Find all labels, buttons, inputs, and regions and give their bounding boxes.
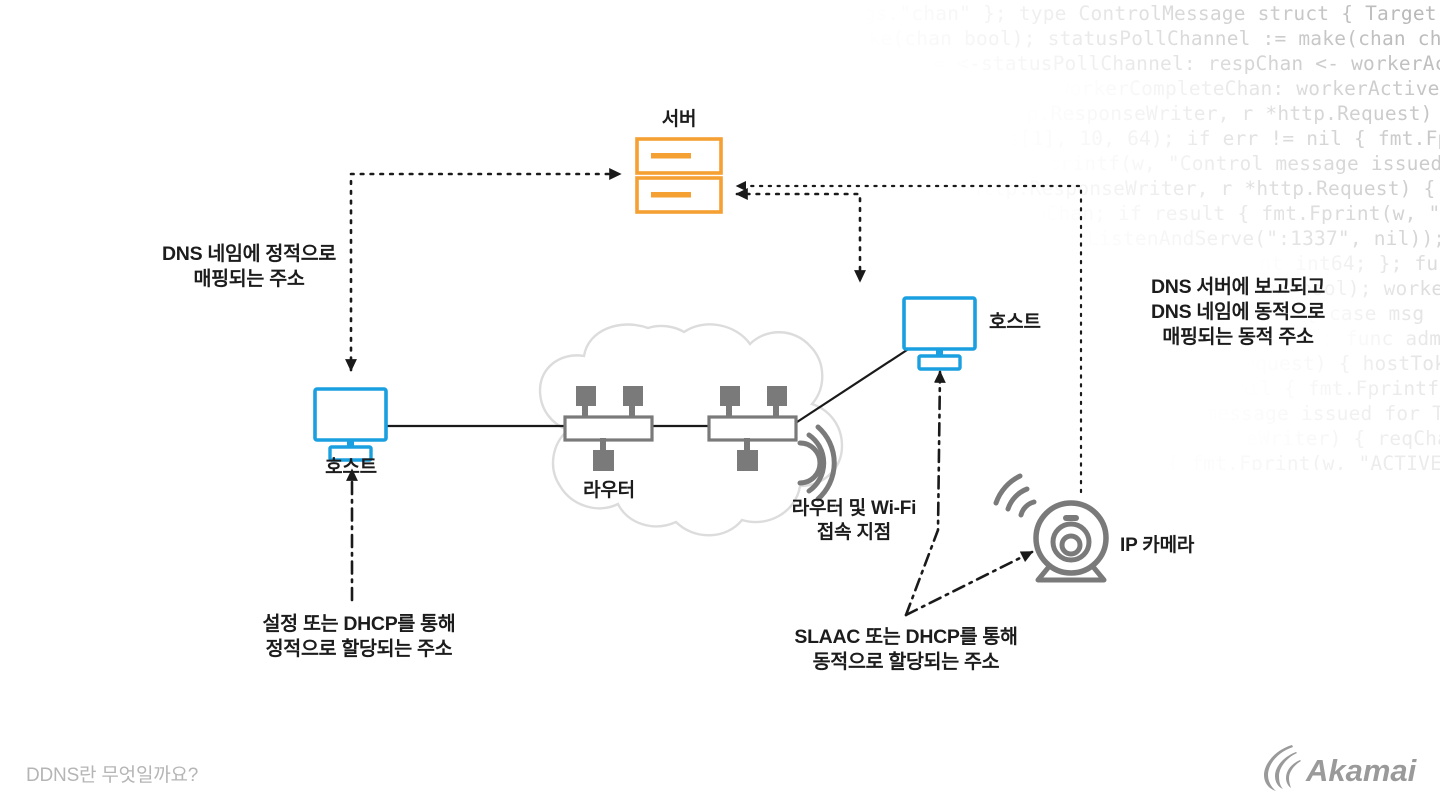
callout-dynamic-dns-mapping: DNS 서버에 보고되고 DNS 네임에 동적으로 매핑되는 동적 주소 [1151,276,1325,348]
host-left-icon [313,387,388,462]
akamai-wordmark: Akamai [1305,753,1418,788]
host-left-label: 호스트 [325,457,377,478]
wifi-waves-icon [797,424,837,502]
dynamic-host-path [735,188,866,283]
dynamic-assignment-host-path [904,370,946,617]
router-wifi-icon [707,386,837,502]
host-right-icon [902,296,977,371]
router-icon [563,386,654,471]
host-right-label: 호스트 [989,312,1041,333]
diagram-canvas: sample case msg: strings."chan" }; type … [0,0,1440,810]
akamai-swoosh-icon [1264,745,1301,791]
wifi-router-label: 라우터 및 Wi-Fi 접속 지점 [791,498,917,544]
server-icon [635,137,723,214]
static-mapping-path [345,168,622,372]
callout-dynamic-assignment: SLAAC 또는 DHCP를 통해 동적으로 할당되는 주소 [794,626,1018,673]
callout-static-dns-mapping: DNS 네임에 정적으로 매핑되는 주소 [162,243,336,290]
server-label: 서버 [661,109,697,130]
akamai-logo: Akamai [1264,745,1418,791]
ip-camera-icon [993,473,1109,583]
page-caption: DDNS란 무엇일까요? [26,765,199,786]
callout-static-assignment: 설정 또는 DHCP를 통해 정적으로 할당되는 주소 [262,613,456,660]
wired-link-path [386,347,911,428]
camera-wifi-waves-icon [993,473,1037,518]
ip-camera-label: IP 카메라 [1120,535,1195,556]
router-label: 라우터 [583,480,635,501]
